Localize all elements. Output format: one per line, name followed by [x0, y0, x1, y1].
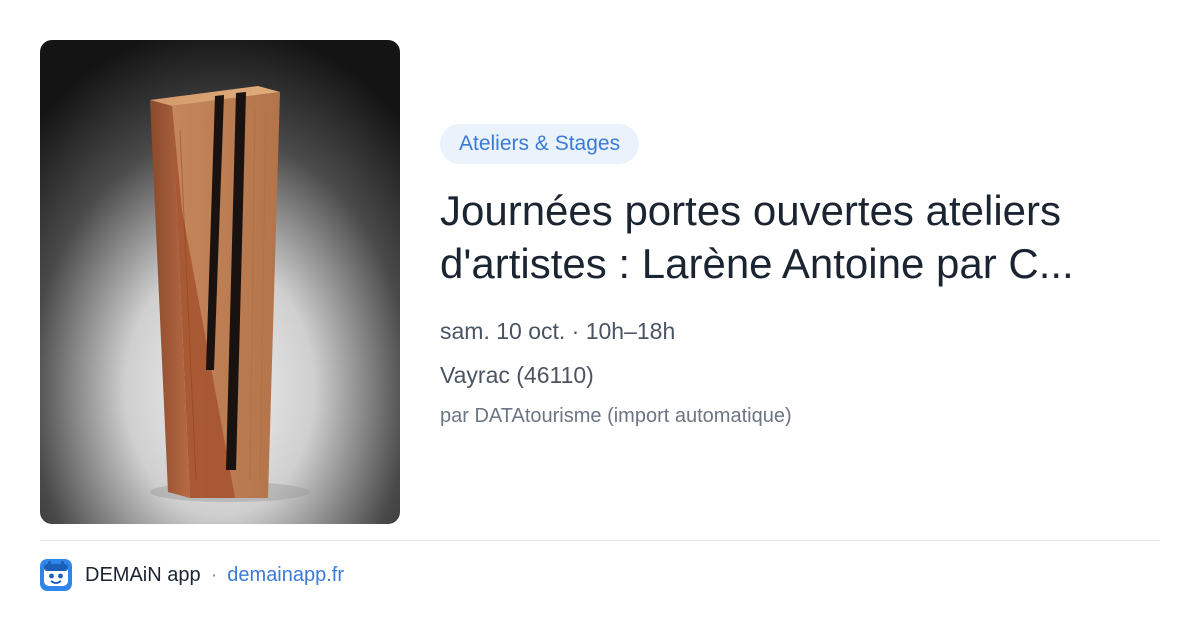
app-site-link[interactable]: demainapp.fr	[227, 564, 344, 587]
event-source: par DATAtourisme (import automatique)	[440, 405, 792, 427]
event-title-line-2: d'artistes : Larène Antoine par C...	[440, 240, 1074, 287]
footer-separator: ·	[210, 563, 218, 586]
category-badge[interactable]: Ateliers & Stages	[440, 124, 640, 164]
event-preview-card[interactable]: Ateliers & Stages Journées portes ouvert…	[0, 0, 1200, 630]
footer-divider	[40, 540, 1160, 541]
footer: DEMAiN app · demainapp.fr	[40, 558, 344, 592]
event-title-line-1: Journées portes ouvertes ateliers	[440, 187, 1061, 234]
event-title[interactable]: Journées portes ouvertes ateliers d'arti…	[440, 184, 1130, 290]
event-image[interactable]	[40, 40, 400, 524]
event-datetime: sam. 10 oct. · 10h–18h	[440, 318, 676, 344]
event-location: Vayrac (46110)	[440, 362, 594, 388]
app-name: DEMAiN app	[85, 563, 201, 586]
demain-app-logo-icon	[40, 559, 72, 591]
wooden-sculpture-image	[40, 40, 400, 524]
event-details: Ateliers & Stages Journées portes ouvert…	[440, 124, 1140, 430]
